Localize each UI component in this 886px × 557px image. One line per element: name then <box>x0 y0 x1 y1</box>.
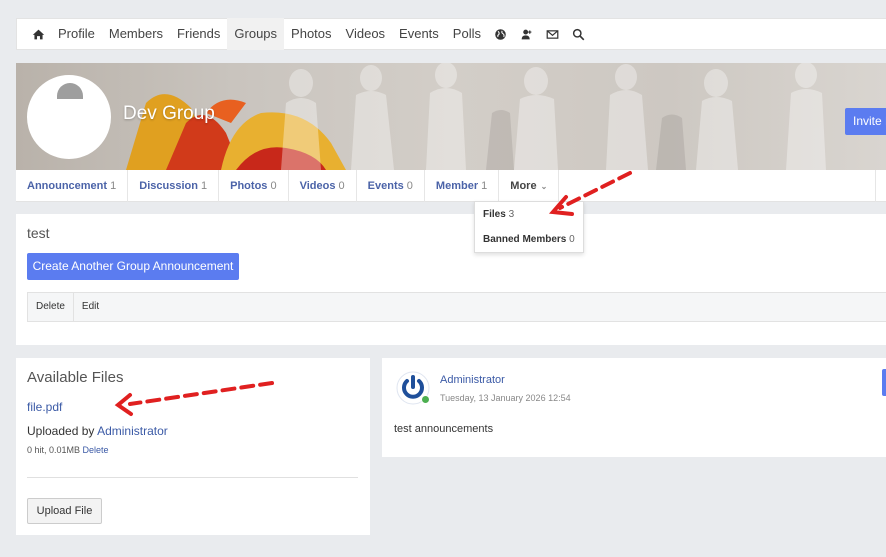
create-announcement-button[interactable]: Create Another Group Announcement <box>27 253 239 280</box>
search-icon[interactable] <box>566 18 592 50</box>
post-timestamp: Tuesday, 13 January 2026 12:54 <box>440 393 571 403</box>
available-files-panel: Available Files file.pdf Uploaded by Adm… <box>16 358 370 535</box>
uploaded-by: Uploaded by Administrator <box>27 424 168 438</box>
nav-friends[interactable]: Friends <box>170 18 227 50</box>
online-status-indicator <box>421 395 430 404</box>
friend-request-icon[interactable] <box>514 18 540 50</box>
tab-more[interactable]: More ⌄ <box>499 170 560 202</box>
nav-photos[interactable]: Photos <box>284 18 338 50</box>
group-avatar[interactable] <box>27 75 111 159</box>
author-avatar[interactable] <box>396 371 430 405</box>
nav-profile[interactable]: Profile <box>51 18 102 50</box>
dropdown-item-banned-members[interactable]: Banned Members 0 <box>475 227 583 252</box>
file-meta: 0 hit, 0.01MB Delete <box>27 445 109 455</box>
delete-button[interactable]: Delete <box>28 292 74 322</box>
nav-events[interactable]: Events <box>392 18 446 50</box>
uploader-link[interactable]: Administrator <box>97 424 168 438</box>
more-dropdown-menu: Files 3 Banned Members 0 <box>474 201 584 253</box>
mail-icon[interactable] <box>540 18 566 50</box>
home-icon[interactable] <box>25 18 51 50</box>
tab-photos[interactable]: Photos 0 <box>219 170 289 202</box>
post-text: test announcements <box>394 423 494 435</box>
delete-file-link[interactable]: Delete <box>83 445 109 455</box>
tab-videos[interactable]: Videos 0 <box>289 170 357 202</box>
announcement-post: Administrator Tuesday, 13 January 2026 1… <box>382 358 886 457</box>
invite-friends-button[interactable]: Invite F <box>845 108 886 135</box>
group-tabs: Announcement 1 Discussion 1 Photos 0 Vid… <box>16 170 886 202</box>
nav-polls[interactable]: Polls <box>446 18 488 50</box>
dropdown-item-files[interactable]: Files 3 <box>475 202 583 227</box>
nav-groups[interactable]: Groups <box>227 18 285 50</box>
files-title: Available Files <box>27 369 124 386</box>
group-name: Dev Group <box>123 103 215 124</box>
nav-videos[interactable]: Videos <box>339 18 393 50</box>
nav-members[interactable]: Members <box>102 18 170 50</box>
edit-button[interactable]: Edit <box>74 292 107 322</box>
chevron-down-icon: ⌄ <box>540 182 548 191</box>
tab-events[interactable]: Events 0 <box>357 170 425 202</box>
announcement-title: test <box>27 225 50 241</box>
upload-file-button[interactable]: Upload File <box>27 498 102 524</box>
announcement-actions: Delete Edit <box>27 292 886 322</box>
tab-member[interactable]: Member 1 <box>425 170 500 202</box>
top-navigation: Profile Members Friends Groups Photos Vi… <box>16 18 886 50</box>
post-options-button[interactable] <box>882 369 886 396</box>
post-author-link[interactable]: Administrator <box>440 374 505 386</box>
globe-icon[interactable] <box>488 18 514 50</box>
tab-discussion[interactable]: Discussion 1 <box>128 170 220 202</box>
tab-announcement[interactable]: Announcement 1 <box>16 170 129 202</box>
file-link[interactable]: file.pdf <box>27 400 62 414</box>
divider <box>27 477 358 478</box>
announcement-panel: test Create Another Group Announcement D… <box>16 214 886 345</box>
